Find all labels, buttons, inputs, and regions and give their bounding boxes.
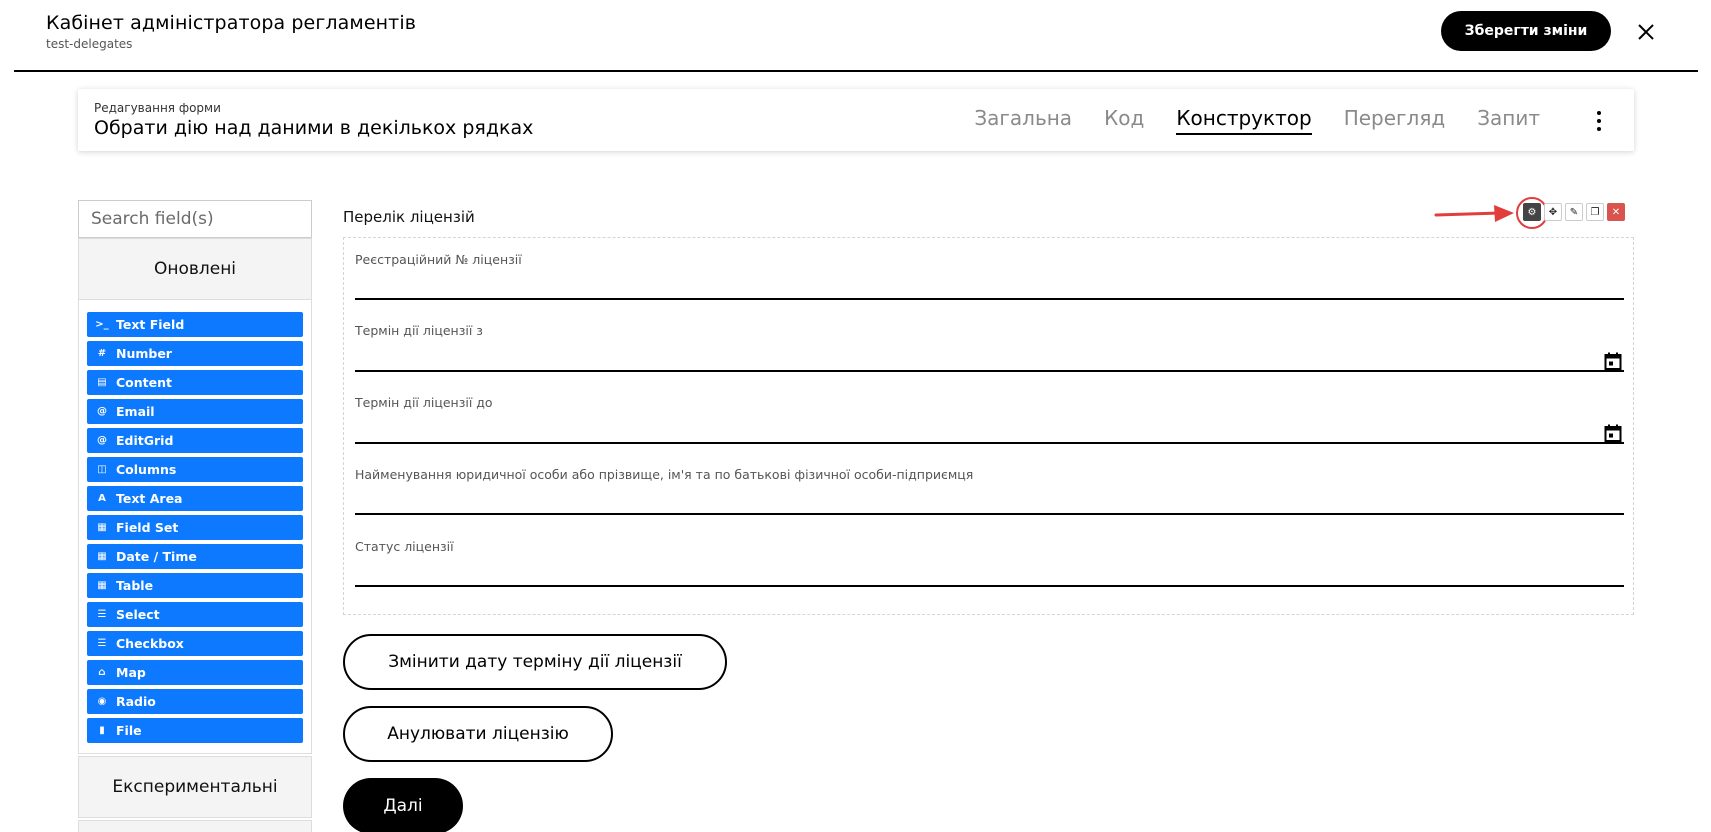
list-icon: ☰ (97, 638, 107, 649)
form-edit-card: Редагування форми Обрати дію над даними … (78, 89, 1634, 151)
component-label: Table (116, 578, 154, 593)
component-label: Content (116, 375, 172, 390)
hash-icon: # (97, 348, 107, 359)
field-input-line (355, 513, 1624, 515)
field-label: Статус ліцензії (355, 539, 454, 554)
component-content[interactable]: ▤ Content (87, 370, 303, 395)
gear-icon[interactable]: ⚙ (1523, 203, 1541, 221)
field-license-from[interactable]: Термін дії ліцензії з (355, 323, 1624, 372)
field-label: Реєстраційний № ліцензії (355, 252, 522, 267)
field-license-status[interactable]: Статус ліцензії (355, 539, 1624, 587)
field-input-line (355, 298, 1624, 300)
field-license-to[interactable]: Термін дії ліцензії до (355, 395, 1624, 444)
form-title: Обрати дію над даними в декількох рядках (94, 117, 534, 139)
cancel-license-button[interactable]: Анулювати ліцензію (343, 706, 613, 762)
license-list-panel: Реєстраційний № ліцензії Термін дії ліце… (343, 237, 1634, 615)
component-label: Radio (116, 694, 156, 709)
move-icon[interactable]: ✥ (1544, 203, 1562, 221)
file-icon: ▮ (99, 725, 105, 736)
component-table[interactable]: ▦ Table (87, 573, 303, 598)
group-updated-list: >_ Text Field # Number ▤ Content @ Email @ Ed… (78, 300, 312, 754)
terminal-icon: >_ (95, 319, 109, 330)
component-file[interactable]: ▮ File (87, 718, 303, 743)
component-label: Email (116, 404, 155, 419)
group-next-header[interactable] (78, 820, 312, 832)
radio-icon: ◉ (97, 696, 107, 707)
at-icon: @ (97, 435, 107, 446)
component-checkbox[interactable]: ☰ Checkbox (87, 631, 303, 656)
component-field-set[interactable]: ▦ Field Set (87, 515, 303, 540)
remove-icon[interactable]: ✕ (1607, 203, 1625, 221)
field-label: Термін дії ліцензії з (355, 323, 483, 338)
panel-title: Перелік ліцензій (343, 208, 475, 226)
calendar-icon[interactable] (1604, 424, 1622, 442)
component-text-field[interactable]: >_ Text Field (87, 312, 303, 337)
at-icon: @ (97, 406, 107, 417)
list-icon: ☰ (97, 609, 107, 620)
component-toolbar: ⚙ ✥ ✎ ❐ ✕ (1523, 203, 1625, 221)
copy-icon[interactable]: ❐ (1586, 203, 1604, 221)
component-label: Text Area (116, 491, 183, 506)
field-label: Найменування юридичної особи або прізвищ… (355, 467, 974, 482)
component-label: EditGrid (116, 433, 174, 448)
field-input-line (355, 370, 1624, 372)
group-updated-header[interactable]: Оновлені (78, 238, 312, 300)
tab-preview[interactable]: Перегляд (1328, 105, 1462, 135)
component-select[interactable]: ☰ Select (87, 602, 303, 627)
grid-icon: ▦ (97, 522, 107, 533)
search-fields-input[interactable] (78, 200, 312, 238)
field-input-line (355, 442, 1624, 444)
app-title: Кабінет адміністратора регламентів (46, 12, 417, 34)
component-number[interactable]: # Number (87, 341, 303, 366)
group-experimental-header[interactable]: Експериментальні (78, 756, 312, 818)
field-entity-name[interactable]: Найменування юридичної особи або прізвищ… (355, 467, 1624, 515)
change-license-date-button[interactable]: Змінити дату терміну дії ліцензії (343, 634, 727, 690)
columns-icon: ◫ (97, 464, 107, 475)
component-label: Columns (116, 462, 177, 477)
next-button[interactable]: Далі (343, 778, 463, 832)
tab-general[interactable]: Загальна (958, 105, 1088, 135)
component-label: Text Field (116, 317, 185, 332)
tab-query[interactable]: Запит (1461, 105, 1556, 135)
component-radio[interactable]: ◉ Radio (87, 689, 303, 714)
component-label: Field Set (116, 520, 179, 535)
calendar-icon[interactable] (1604, 352, 1622, 370)
form-edit-label: Редагування форми (94, 101, 221, 115)
table-icon: ▦ (97, 580, 107, 591)
annotation-arrow-icon (1434, 205, 1514, 222)
component-email[interactable]: @ Email (87, 399, 303, 424)
component-text-area[interactable]: A Text Area (87, 486, 303, 511)
form-tabs: Загальна Код Конструктор Перегляд Запит (958, 105, 1556, 135)
home-icon: ⌂ (98, 667, 106, 678)
app-header: Кабінет адміністратора регламентів test-… (0, 0, 1711, 72)
save-changes-button[interactable]: Зберегти зміни (1441, 11, 1611, 51)
tab-constructor[interactable]: Конструктор (1160, 105, 1327, 135)
component-label: Checkbox (116, 636, 184, 651)
field-input-line (355, 585, 1624, 587)
component-columns[interactable]: ◫ Columns (87, 457, 303, 482)
component-date-time[interactable]: ▦ Date / Time (87, 544, 303, 569)
component-label: File (116, 723, 142, 738)
component-editgrid[interactable]: @ EditGrid (87, 428, 303, 453)
close-icon[interactable] (1634, 20, 1658, 44)
component-map[interactable]: ⌂ Map (87, 660, 303, 685)
component-label: Number (116, 346, 172, 361)
more-options-icon[interactable] (1596, 111, 1602, 131)
field-registration-number[interactable]: Реєстраційний № ліцензії (355, 252, 1624, 300)
component-sidebar: Оновлені >_ Text Field # Number ▤ Content @… (78, 200, 312, 832)
font-icon: A (98, 493, 106, 504)
app-subtitle: test-delegates (46, 37, 133, 51)
header-divider (14, 70, 1698, 72)
component-label: Map (116, 665, 146, 680)
component-label: Select (116, 607, 160, 622)
calendar-icon: ▦ (97, 551, 107, 562)
component-label: Date / Time (116, 549, 197, 564)
field-label: Термін дії ліцензії до (355, 395, 493, 410)
tab-code[interactable]: Код (1088, 105, 1160, 135)
document-icon: ▤ (97, 377, 107, 388)
wrench-icon[interactable]: ✎ (1565, 203, 1583, 221)
